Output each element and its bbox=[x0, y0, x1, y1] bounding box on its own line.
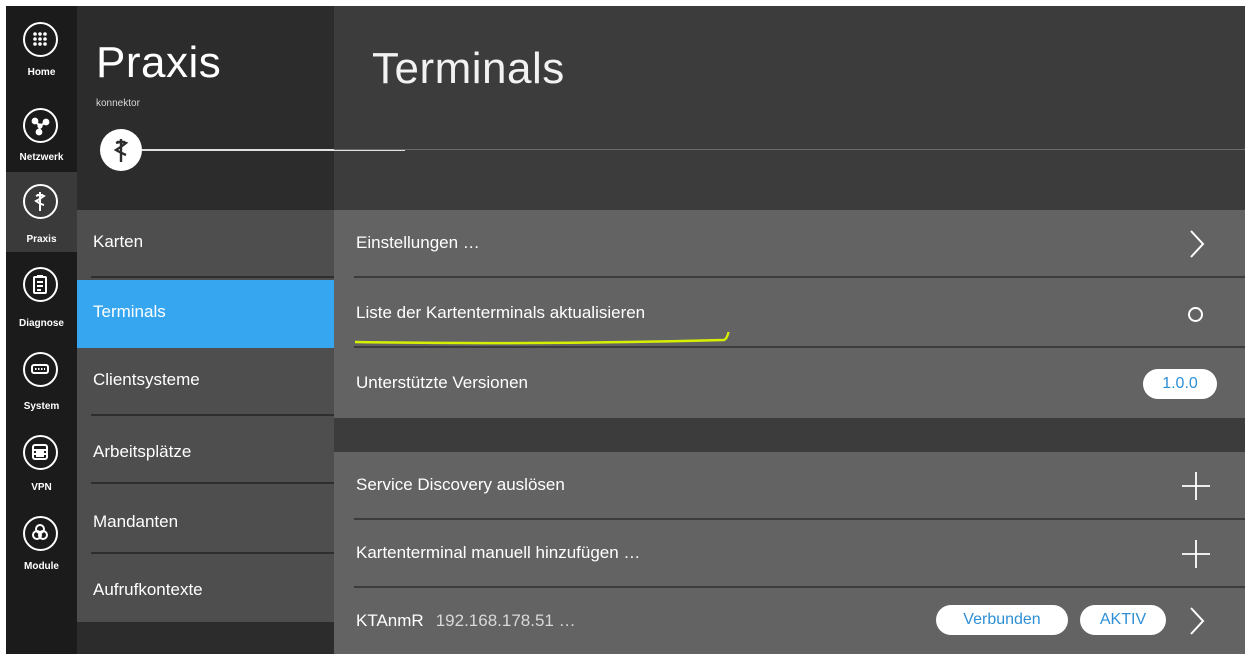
nav-item-aufrufkontexte[interactable]: Aufrufkontexte bbox=[77, 554, 334, 622]
modules-icon bbox=[23, 516, 58, 551]
nav-item-karten[interactable]: Karten bbox=[77, 210, 334, 278]
divider bbox=[354, 276, 1245, 278]
state-badge: AKTIV bbox=[1080, 605, 1166, 635]
nav-item-label: Aufrufkontexte bbox=[93, 580, 203, 599]
settings-row-einstellungen[interactable]: Einstellungen … bbox=[334, 210, 1245, 278]
page-title: Terminals bbox=[372, 44, 565, 93]
nav-item-terminals[interactable]: Terminals bbox=[77, 280, 334, 348]
nav-item-label: Terminals bbox=[93, 302, 166, 321]
terminal-list: Service Discovery auslösen Kartentermina… bbox=[334, 452, 1245, 654]
action-row-service-discovery[interactable]: Service Discovery auslösen bbox=[334, 452, 1245, 520]
divider bbox=[91, 276, 334, 278]
rail-label-home: Home bbox=[27, 67, 56, 78]
rail-item-home[interactable]: Home bbox=[6, 12, 77, 92]
rail-label-system: System bbox=[23, 401, 60, 412]
device-icon bbox=[23, 352, 58, 387]
app-title: Praxis bbox=[96, 38, 222, 87]
divider bbox=[354, 346, 1245, 348]
nav-item-mandanten[interactable]: Mandanten bbox=[77, 486, 334, 554]
nav-item-label: Arbeitsplätze bbox=[93, 442, 192, 461]
plus-icon bbox=[1182, 472, 1210, 500]
circle-icon[interactable] bbox=[1188, 307, 1203, 322]
chevron-right-icon bbox=[1190, 607, 1205, 635]
vpn-icon bbox=[23, 435, 58, 470]
header-divider bbox=[334, 149, 1245, 150]
row-label: Unterstützte Versionen bbox=[356, 373, 528, 392]
clipboard-icon bbox=[23, 267, 58, 302]
rail-item-praxis[interactable]: Praxis bbox=[6, 172, 77, 252]
nav-item-clientsysteme[interactable]: Clientsysteme bbox=[77, 348, 334, 416]
rail-label-module: Module bbox=[24, 561, 59, 572]
rail-label-diagnose: Diagnose bbox=[18, 318, 64, 329]
row-label: Einstellungen … bbox=[356, 233, 480, 252]
nav-item-label: Clientsysteme bbox=[93, 370, 200, 389]
rail-label-vpn: VPN bbox=[31, 482, 52, 493]
section-nav: Karten Terminals Clientsysteme Arbeitspl… bbox=[77, 210, 334, 622]
grid-icon bbox=[23, 22, 58, 57]
plus-icon bbox=[1182, 540, 1210, 568]
status-badge: Verbunden bbox=[936, 605, 1068, 635]
terminal-label: KTAnmR 192.168.178.51 … bbox=[356, 611, 576, 631]
app-subtitle: konnektor bbox=[96, 98, 140, 109]
chevron-right-icon bbox=[1190, 230, 1205, 258]
row-label: Liste der Kartenterminals aktualisieren bbox=[356, 303, 646, 322]
app-window: Home Netzwerk Praxis Diagnose System VPN… bbox=[6, 6, 1245, 654]
nav-item-arbeitsplaetze[interactable]: Arbeitsplätze bbox=[77, 416, 334, 484]
version-badge: 1.0.0 bbox=[1143, 369, 1217, 399]
rail-item-vpn[interactable]: VPN bbox=[6, 429, 77, 509]
settings-row-refresh-terminals[interactable]: Liste der Kartenterminals aktualisieren bbox=[334, 280, 1245, 348]
caduceus-icon bbox=[23, 184, 58, 219]
nav-item-label: Mandanten bbox=[93, 512, 179, 531]
rail-item-diagnose[interactable]: Diagnose bbox=[6, 261, 77, 341]
terminal-row[interactable]: KTAnmR 192.168.178.51 … Verbunden AKTIV bbox=[334, 588, 1245, 654]
row-label: Kartenterminal manuell hinzufügen … bbox=[356, 543, 641, 562]
rail-item-system[interactable]: System bbox=[6, 346, 77, 426]
rail-item-netzwerk[interactable]: Netzwerk bbox=[6, 102, 77, 182]
settings-row-versions: Unterstützte Versionen 1.0.0 bbox=[334, 350, 1245, 418]
action-row-add-terminal[interactable]: Kartenterminal manuell hinzufügen … bbox=[334, 520, 1245, 588]
rail-label-praxis: Praxis bbox=[26, 234, 57, 245]
terminal-address: 192.168.178.51 … bbox=[435, 611, 576, 630]
caduceus-icon bbox=[100, 129, 142, 171]
rail-label-netzwerk: Netzwerk bbox=[19, 152, 64, 163]
rail-item-module[interactable]: Module bbox=[6, 508, 77, 588]
settings-list: Einstellungen … Liste der Kartenterminal… bbox=[334, 210, 1245, 418]
network-icon bbox=[23, 108, 58, 143]
terminal-name: KTAnmR bbox=[356, 611, 424, 630]
row-label: Service Discovery auslösen bbox=[356, 475, 565, 494]
nav-item-label: Karten bbox=[93, 232, 144, 251]
icon-rail: Home Netzwerk Praxis Diagnose System VPN… bbox=[6, 6, 77, 654]
divider bbox=[91, 482, 334, 484]
